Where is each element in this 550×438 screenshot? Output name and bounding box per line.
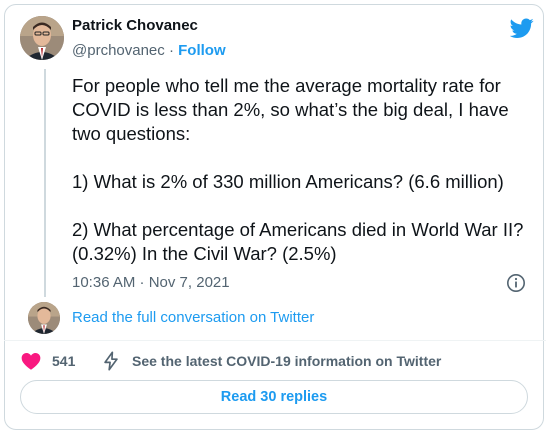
covid-info-link[interactable]: See the latest COVID-19 information on T… xyxy=(132,353,441,369)
tweet-timestamp[interactable]: 10:36 AM · Nov 7, 2021 xyxy=(72,274,230,291)
twitter-bird-icon[interactable] xyxy=(510,16,534,40)
author-name[interactable]: Patrick Chovanec xyxy=(72,17,198,34)
like-count[interactable]: 541 xyxy=(52,353,75,369)
read-replies-button[interactable]: Read 30 replies xyxy=(20,380,528,414)
divider xyxy=(4,340,546,341)
tweet-paragraph: 2) What percentage of Americans died in … xyxy=(72,219,524,264)
handle-separator: · xyxy=(168,42,174,59)
tweet-paragraph: For people who tell me the average morta… xyxy=(72,75,509,144)
conversation-avatar[interactable] xyxy=(28,302,60,334)
follow-button[interactable]: Follow xyxy=(178,42,226,59)
heart-icon[interactable] xyxy=(20,350,42,372)
bolt-icon xyxy=(104,351,118,371)
tweet-paragraph: 1) What is 2% of 330 million Americans? … xyxy=(72,171,504,192)
read-replies-label: Read 30 replies xyxy=(220,389,328,405)
tweet-text: For people who tell me the average morta… xyxy=(72,74,532,266)
read-conversation-link[interactable]: Read the full conversation on Twitter xyxy=(72,309,314,326)
thread-line xyxy=(44,69,46,297)
info-icon[interactable] xyxy=(506,273,526,293)
author-avatar[interactable] xyxy=(20,16,64,60)
author-handle-row: @prchovanec · Follow xyxy=(72,42,226,59)
author-handle[interactable]: @prchovanec xyxy=(72,42,165,59)
